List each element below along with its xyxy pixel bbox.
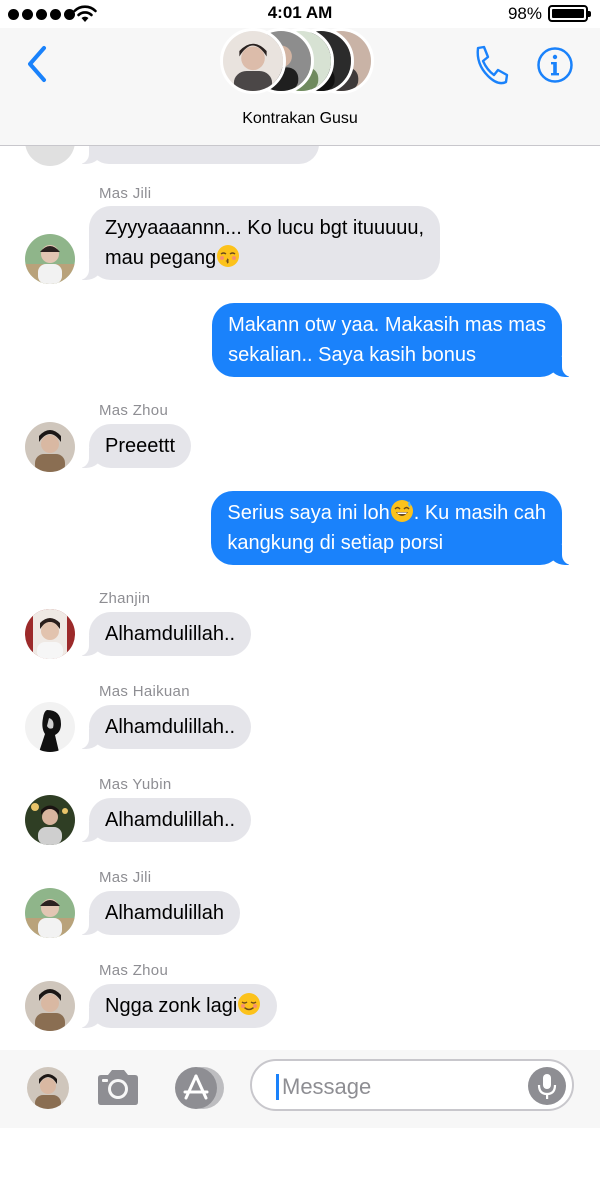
message-input[interactable]: Message [250,1059,574,1111]
camera-icon[interactable] [94,1066,142,1108]
message-text-line: mau pegang [105,243,424,273]
conversation-header: Kontrakan Gusu [0,28,600,146]
sender-name: Mas Haikuan [99,683,190,700]
compose-bar: Message [0,1050,600,1200]
member-avatar [220,28,286,94]
message-text: Alhamdulillah.. [105,623,236,645]
sender-name: Mas Zhou [99,402,169,419]
message-bubble[interactable]: Alhamdulillah.. [74,612,252,656]
info-icon[interactable] [536,46,574,84]
avatar[interactable] [25,981,75,1031]
message-text: Preeettt [105,435,176,457]
message-bubble[interactable] [75,146,319,164]
status-bar: 4:01 AM 98% [0,0,600,28]
message-text: Alhamdulillah.. [105,716,236,738]
message-text: Ngga zonk lagi [105,995,238,1017]
message-text: Alhamdulillah.. [105,809,236,831]
message-bubble-outgoing[interactable]: Serius saya ini loh . Ku masih cah kangku… [211,491,576,565]
grinning-sweat-emoji-icon [390,500,413,522]
avatar[interactable] [25,422,75,472]
message-bubble-outgoing[interactable]: Makann otw yaa. Makasih mas mas sekalian… [212,303,576,377]
back-chevron-icon[interactable] [18,38,58,90]
sender-name: Zhanjin [99,590,151,607]
phone-icon[interactable] [468,42,510,88]
avatar[interactable] [25,795,75,845]
compose-toolbar: Message [0,1050,600,1128]
group-avatar-stack[interactable] [220,28,380,94]
sender-name: Mas Zhou [99,962,169,979]
avatar[interactable] [25,146,75,166]
app-store-icon[interactable] [170,1065,228,1111]
sender-name: Mas Jili [99,185,152,202]
message-text: sekalian.. Saya kasih bonus [228,344,477,366]
avatar[interactable] [25,609,75,659]
message-placeholder: Message [282,1074,372,1099]
kissing-closed-eyes-emoji-icon [217,245,240,267]
message-text: mau pegang [105,247,217,269]
avatar[interactable] [27,1067,69,1109]
message-text: kangkung di setiap porsi [227,532,444,554]
message-text: Serius saya ini loh [227,502,390,524]
message-bubble[interactable]: Zyyyaaaannn... Ko lucu bgt ituuuuu, mau … [74,206,441,280]
message-bubble[interactable]: Alhamdulillah [75,891,240,935]
relieved-face-emoji-icon [238,993,261,1015]
sender-name: Mas Yubin [99,776,172,793]
microphone-icon[interactable] [528,1067,566,1105]
message-text: Alhamdulillah [105,902,224,924]
message-bubble[interactable]: Ngga zonk lagi [74,984,278,1028]
message-bubble[interactable]: Preeettt [74,424,192,468]
group-name[interactable]: Kontrakan Gusu [0,110,600,128]
battery-icon [548,5,591,22]
message-text: Makann otw yaa. Makasih mas mas [228,314,546,336]
avatar[interactable] [25,888,75,938]
message-bubble[interactable]: Alhamdulillah.. [74,705,252,749]
avatar[interactable] [25,702,75,752]
message-bubble[interactable]: Alhamdulillah.. [74,798,252,842]
battery-percentage: 98% [507,4,542,23]
message-text: . Ku masih cah [413,502,546,524]
message-text-line: Ngga zonk lagi [105,991,261,1021]
message-text: Zyyyaaaannn... Ko lucu bgt ituuuuu, [105,217,425,239]
text-caret [276,1074,279,1100]
message-thread[interactable]: Mas Jili Zyyyaaaannn... Ko lucu bgt ituu… [0,146,600,1050]
avatar[interactable] [25,234,75,284]
message-text-line: Serius saya ini loh . Ku masih cah [227,498,546,528]
sender-name: Mas Jili [99,869,152,886]
